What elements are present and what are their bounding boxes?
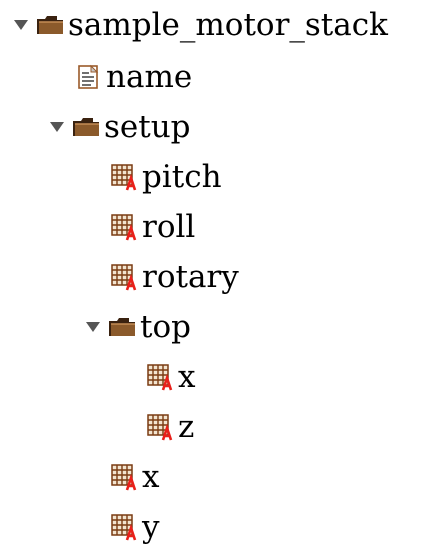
tree-node-label: name xyxy=(106,58,193,95)
folder-icon xyxy=(34,9,66,41)
array-dataset-icon xyxy=(144,411,176,443)
tree-node-top[interactable]: top xyxy=(80,305,191,349)
expand-toggle-icon[interactable] xyxy=(8,12,34,38)
tree-node-sample-motor-stack[interactable]: sample_motor_stack xyxy=(8,3,388,47)
tree-node-label: pitch xyxy=(142,158,222,195)
array-dataset-icon xyxy=(108,211,140,243)
array-dataset-icon xyxy=(108,461,140,493)
tree-node-rotary[interactable]: rotary xyxy=(108,255,239,299)
tree-node-label: x xyxy=(142,458,160,495)
file-tree: sample_motor_stack name setup pitch roll… xyxy=(0,0,422,556)
tree-node-label: rotary xyxy=(142,258,239,295)
tree-node-setup[interactable]: setup xyxy=(44,105,191,149)
expand-toggle-icon[interactable] xyxy=(44,114,70,140)
tree-node-top-z[interactable]: z xyxy=(144,405,194,449)
array-dataset-icon xyxy=(108,511,140,543)
tree-node-label: y xyxy=(142,508,160,545)
tree-node-roll[interactable]: roll xyxy=(108,205,195,249)
array-dataset-icon xyxy=(108,261,140,293)
tree-node-x[interactable]: x xyxy=(108,455,159,499)
folder-icon xyxy=(106,311,138,343)
tree-node-label: top xyxy=(140,308,191,345)
tree-node-label: setup xyxy=(104,108,191,145)
tree-node-y[interactable]: y xyxy=(108,505,160,549)
array-dataset-icon xyxy=(144,361,176,393)
array-dataset-icon xyxy=(108,161,140,193)
expand-toggle-icon[interactable] xyxy=(80,314,106,340)
folder-icon xyxy=(70,111,102,143)
tree-node-label: roll xyxy=(142,208,196,245)
tree-node-label: z xyxy=(178,408,195,445)
tree-node-label: x xyxy=(178,358,196,395)
text-document-icon xyxy=(72,61,104,93)
tree-node-label: sample_motor_stack xyxy=(68,6,388,43)
tree-node-name[interactable]: name xyxy=(72,55,192,99)
tree-node-pitch[interactable]: pitch xyxy=(108,155,222,199)
tree-node-top-x[interactable]: x xyxy=(144,355,195,399)
